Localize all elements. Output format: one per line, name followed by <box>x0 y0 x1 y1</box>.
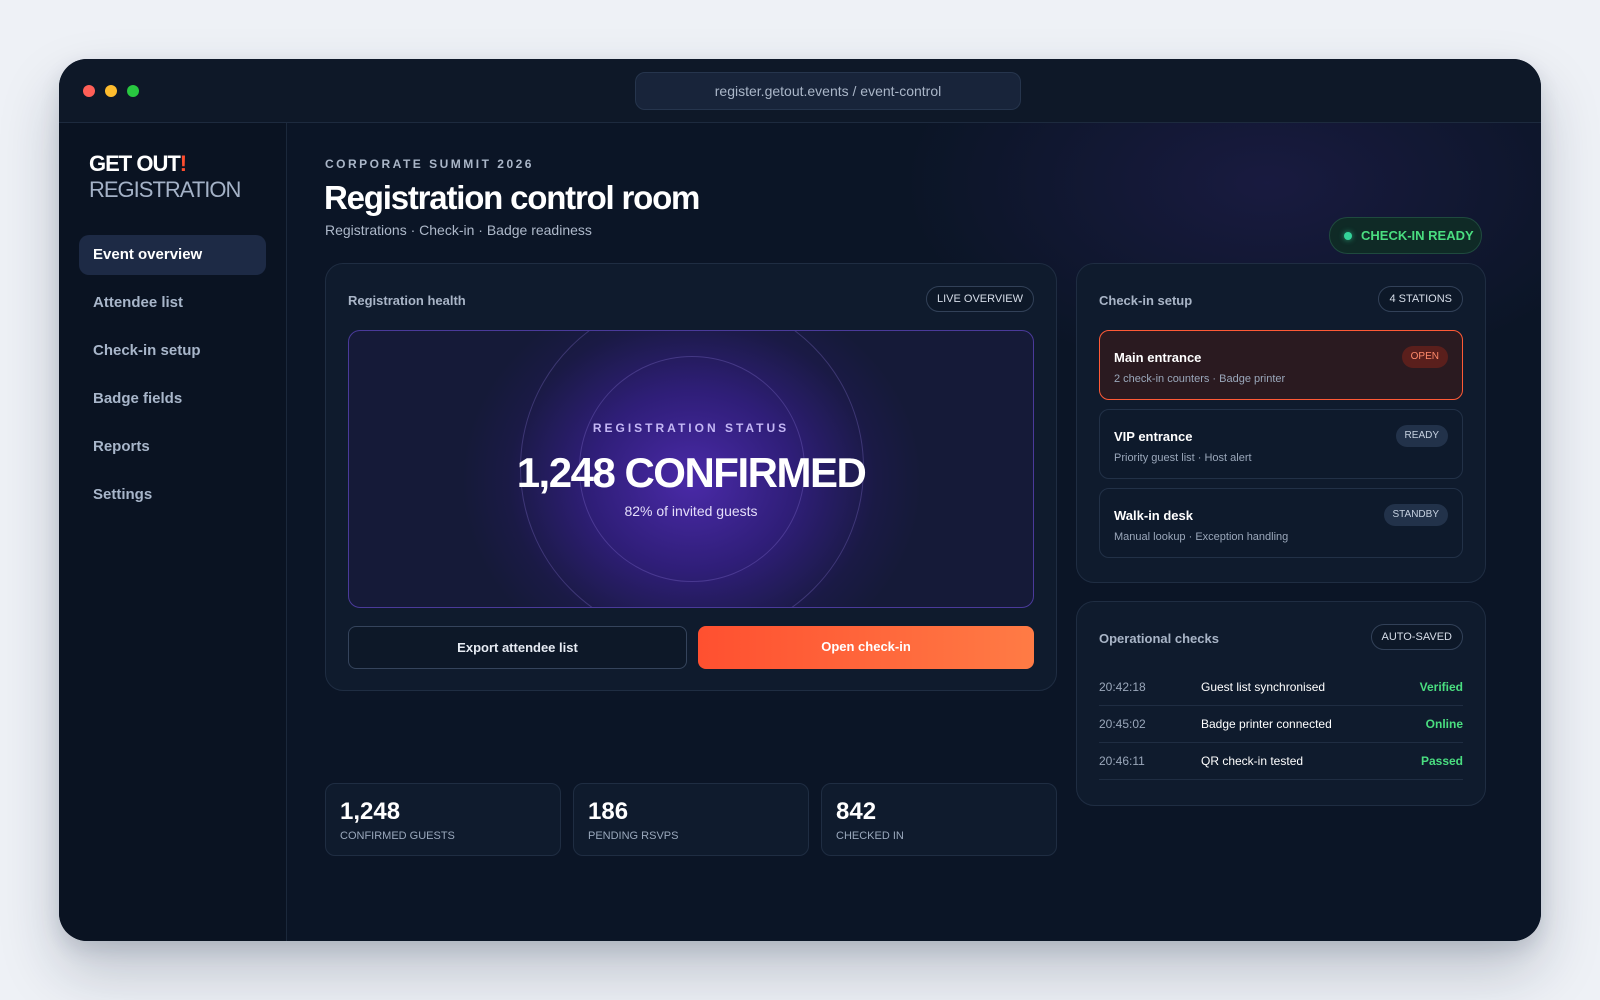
sidebar-item-badge-fields[interactable]: Badge fields <box>79 379 266 419</box>
stat-value: 842 <box>836 798 877 825</box>
station-description: 2 check-in counters · Badge printer <box>1114 373 1286 385</box>
registration-status-label: REGISTRATION STATUS <box>592 421 790 435</box>
station-vip-entrance[interactable]: VIP entrance Priority guest list · Host … <box>1099 409 1463 479</box>
operational-checks-card: Operational checks AUTO-SAVED 20:42:18 G… <box>1076 601 1486 806</box>
check-time: 20:46:11 <box>1099 754 1145 768</box>
open-check-in-button[interactable]: Open check-in <box>698 626 1034 669</box>
sidebar-item-reports[interactable]: Reports <box>79 427 266 467</box>
station-name: Walk-in desk <box>1114 508 1193 523</box>
stat-value: 186 <box>588 798 629 825</box>
confirmed-total: 1,248 CONFIRMED <box>516 449 867 496</box>
address-bar[interactable]: register.getout.events / event-control <box>635 72 1021 110</box>
brand-mark: ! <box>179 151 187 176</box>
operational-checks-title: Operational checks <box>1099 631 1219 646</box>
check-status: Online <box>1425 717 1463 731</box>
check-in-setup-title: Check-in setup <box>1099 293 1193 308</box>
check-label: Guest list synchronised <box>1201 680 1326 694</box>
station-status-badge: OPEN <box>1401 346 1448 368</box>
check-time: 20:45:02 <box>1099 717 1146 731</box>
stat-confirmed-guests: 1,248 CONFIRMED GUESTS <box>325 783 561 856</box>
title-bar: register.getout.events / event-control <box>59 59 1541 123</box>
brand-product: REGISTRATION <box>89 177 241 202</box>
registration-health-title: Registration health <box>348 293 466 308</box>
stat-checked-in: 842 CHECKED IN <box>821 783 1057 856</box>
station-name: Main entrance <box>1114 350 1202 365</box>
check-label: Badge printer connected <box>1201 717 1332 731</box>
event-name: CORPORATE SUMMIT 2026 <box>325 157 534 171</box>
sidebar-item-check-in-setup[interactable]: Check-in setup <box>79 331 266 371</box>
station-status-badge: STANDBY <box>1383 504 1448 526</box>
export-attendee-list-button[interactable]: Export attendee list <box>348 626 687 669</box>
check-in-setup-card: Check-in setup 4 STATIONS Main entrance … <box>1076 263 1486 583</box>
station-main-entrance[interactable]: Main entrance 2 check-in counters · Badg… <box>1099 330 1463 400</box>
check-row: 20:46:11 QR check-in tested Passed <box>1099 742 1463 780</box>
stat-label: PENDING RSVPS <box>588 830 679 842</box>
main-content: CORPORATE SUMMIT 2026 Registration contr… <box>287 123 1541 941</box>
page-title: Registration control room <box>324 179 700 216</box>
sidebar-item-attendee-list[interactable]: Attendee list <box>79 283 266 323</box>
invited-percentage: 82% of invited guests <box>624 503 758 519</box>
station-description: Manual lookup · Exception handling <box>1114 531 1289 543</box>
check-status: Verified <box>1419 680 1463 694</box>
stations-count-chip: 4 STATIONS <box>1378 286 1463 312</box>
station-name: VIP entrance <box>1114 429 1193 444</box>
stat-label: CONFIRMED GUESTS <box>340 830 455 842</box>
status-dot-icon <box>1344 232 1352 240</box>
check-row: 20:45:02 Badge printer connected Online <box>1099 705 1463 743</box>
sidebar-item-event-overview[interactable]: Event overview <box>79 235 266 275</box>
brand-name-line: GET OUT! <box>89 151 240 177</box>
live-overview-chip: LIVE OVERVIEW <box>926 286 1034 312</box>
sidebar: GET OUT! REGISTRATION Event overview Att… <box>59 123 287 941</box>
brand-name: GET OUT <box>89 151 181 176</box>
page-subtitle: Registrations · Check-in · Badge readine… <box>325 222 592 238</box>
station-description: Priority guest list · Host alert <box>1114 452 1252 464</box>
close-window-icon[interactable] <box>83 85 95 97</box>
sidebar-item-settings[interactable]: Settings <box>79 475 266 515</box>
brand-logo[interactable]: GET OUT! REGISTRATION <box>89 151 241 203</box>
check-label: QR check-in tested <box>1201 754 1304 768</box>
check-in-ready-badge: CHECK-IN READY <box>1329 217 1482 254</box>
registration-health-card: Registration health LIVE OVERVIEW REGIST… <box>325 263 1057 691</box>
app-window: register.getout.events / event-control G… <box>59 59 1541 941</box>
minimize-window-icon[interactable] <box>105 85 117 97</box>
station-status-badge: READY <box>1395 425 1448 447</box>
check-in-ready-label: CHECK-IN READY <box>1361 228 1474 243</box>
maximize-window-icon[interactable] <box>127 85 139 97</box>
stat-pending-rsvps: 186 PENDING RSVPS <box>573 783 809 856</box>
stat-value: 1,248 <box>340 798 401 825</box>
registration-status-panel: REGISTRATION STATUS 1,248 CONFIRMED 82% … <box>348 330 1034 608</box>
auto-saved-chip: AUTO-SAVED <box>1370 624 1463 650</box>
station-walk-in-desk[interactable]: Walk-in desk Manual lookup · Exception h… <box>1099 488 1463 558</box>
sidebar-nav: Event overview Attendee list Check-in se… <box>79 235 266 523</box>
stat-label: CHECKED IN <box>836 830 904 842</box>
check-status: Passed <box>1420 754 1463 768</box>
check-time: 20:42:18 <box>1099 680 1146 694</box>
check-row: 20:42:18 Guest list synchronised Verifie… <box>1099 668 1463 706</box>
